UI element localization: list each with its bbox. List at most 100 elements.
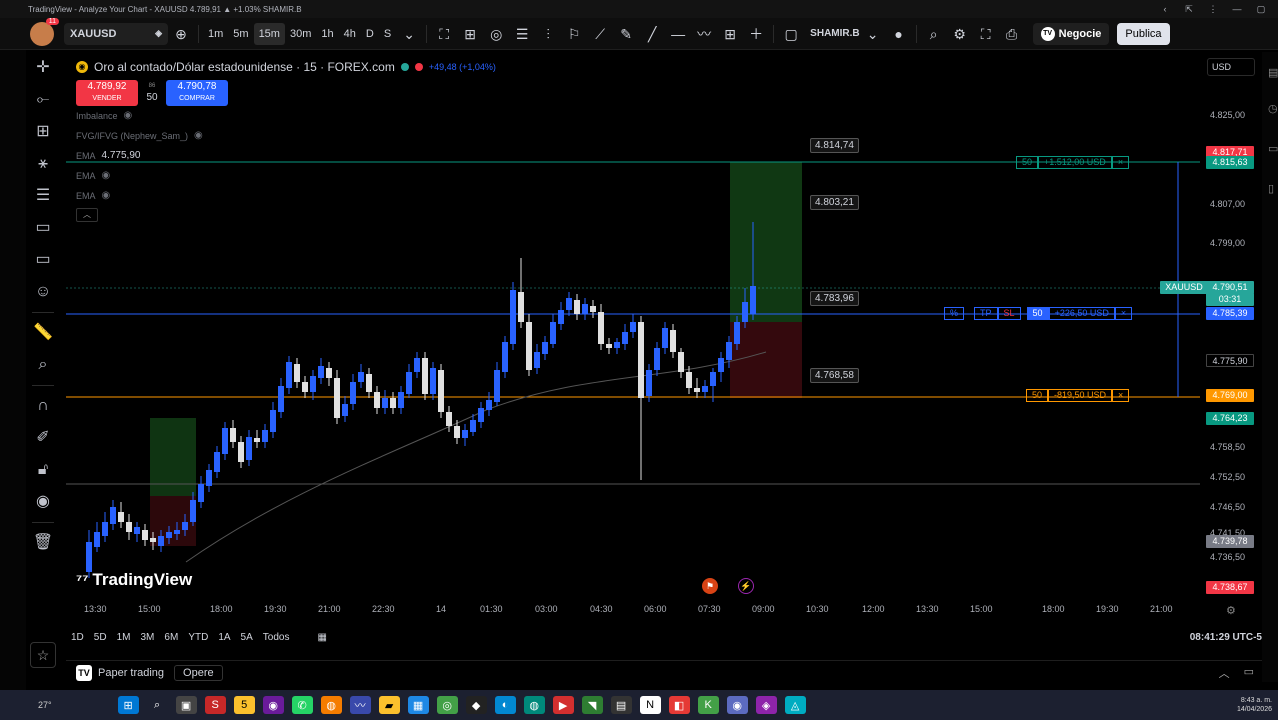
user-name[interactable]: SHAMIR.B bbox=[810, 28, 859, 39]
chart-type-icon[interactable]: ⛶ bbox=[431, 23, 457, 45]
whatsapp-icon[interactable]: ✆ bbox=[291, 696, 313, 714]
emoji-icon[interactable]: ☺ bbox=[26, 276, 60, 308]
percent-icon[interactable]: % bbox=[944, 307, 965, 320]
collapse-legend-icon[interactable]: ︿ bbox=[76, 208, 98, 222]
event-flag-icon[interactable]: ⚑ bbox=[702, 578, 718, 594]
app-icon[interactable]: ◈ bbox=[755, 696, 777, 714]
alerts-icon[interactable]: ◷ bbox=[1268, 102, 1278, 115]
app-icon[interactable]: ▦ bbox=[407, 696, 429, 714]
trendline-icon[interactable]: ╱ bbox=[639, 23, 665, 45]
chevron-down-icon[interactable]: ⌄ bbox=[396, 23, 422, 45]
indicator-imbalance[interactable]: Imbalance ◉ bbox=[76, 106, 576, 126]
close-icon[interactable]: × bbox=[1114, 307, 1133, 320]
news-icon[interactable]: ▯ bbox=[1268, 182, 1274, 195]
eye-icon[interactable]: ◉ bbox=[102, 166, 111, 186]
app-icon[interactable]: ◬ bbox=[784, 696, 806, 714]
trade-button[interactable]: TV Negocie bbox=[1032, 22, 1110, 45]
alert-icon[interactable]: ⚐ bbox=[561, 23, 587, 45]
app-icon[interactable]: S bbox=[204, 696, 226, 714]
indicator-ema-1[interactable]: EMA 4.775,90 bbox=[76, 146, 576, 166]
gear-icon[interactable]: ⚙ bbox=[947, 23, 973, 45]
sync-icon[interactable]: ● bbox=[886, 23, 912, 45]
range-1m[interactable]: 1M bbox=[112, 632, 136, 643]
indicator-fvg[interactable]: FVG/IFVG (Nephew_Sam_) ◉ bbox=[76, 126, 576, 146]
indicators-icon[interactable]: ☰ bbox=[509, 23, 535, 45]
interval-d[interactable]: D bbox=[361, 23, 379, 45]
interval-1h[interactable]: 1h bbox=[316, 23, 338, 45]
lightning-event-icon[interactable]: ⚡ bbox=[738, 578, 754, 594]
symbol-search[interactable]: XAUUSD ◈ bbox=[64, 22, 168, 45]
tp-button[interactable]: TP bbox=[974, 307, 998, 320]
sl-button[interactable]: SL bbox=[997, 307, 1021, 320]
eye-icon[interactable]: ◉ bbox=[102, 186, 111, 206]
lock-icon[interactable]: 🔓︎ bbox=[26, 454, 60, 486]
layout-icon[interactable]: ▢ bbox=[778, 23, 804, 45]
folder-icon[interactable]: ▰ bbox=[378, 696, 400, 714]
app-icon[interactable]: ◉ bbox=[262, 696, 284, 714]
eye-icon[interactable]: ◉ bbox=[194, 126, 203, 146]
magnet-icon[interactable]: ∩ bbox=[26, 390, 60, 422]
range-1a[interactable]: 1A bbox=[213, 632, 235, 643]
interval-30m[interactable]: 30m bbox=[285, 23, 316, 45]
range-ytd[interactable]: YTD bbox=[183, 632, 213, 643]
windows-start-icon[interactable]: ⊞ bbox=[117, 696, 139, 714]
interval-4h[interactable]: 4h bbox=[339, 23, 361, 45]
position-bar[interactable]: % TP SL 50 +226,50 USD × bbox=[944, 307, 1133, 320]
search-icon[interactable]: ⌕ bbox=[921, 23, 947, 45]
crosshair-icon[interactable]: ✛ bbox=[26, 52, 60, 84]
rectangle-icon[interactable]: ▭ bbox=[26, 212, 60, 244]
minimize-icon[interactable]: — bbox=[1230, 4, 1244, 15]
weather-widget[interactable]: 27° bbox=[38, 700, 52, 710]
watchlist-icon[interactable]: ▤ bbox=[1268, 66, 1278, 79]
range-all[interactable]: Todos bbox=[258, 632, 295, 643]
eye-icon[interactable]: ◉ bbox=[124, 106, 133, 126]
time-axis[interactable]: 13:30 15:00 18:00 19:30 21:00 22:30 14 0… bbox=[66, 602, 1200, 618]
fullscreen-icon[interactable]: ⛶ bbox=[973, 23, 999, 45]
app-icon[interactable]: ◧ bbox=[668, 696, 690, 714]
opere-button[interactable]: Opere bbox=[174, 664, 223, 681]
back-icon[interactable]: ‹ bbox=[1158, 4, 1172, 15]
popout-icon[interactable]: ⇱ bbox=[1182, 4, 1196, 15]
horizontal-line-icon[interactable]: — bbox=[665, 23, 691, 45]
sl-order-bar[interactable]: 50 -819,50 USD × bbox=[1026, 389, 1130, 402]
tp-target-label[interactable]: 4.814,74 bbox=[810, 138, 859, 153]
favorites-star-icon[interactable]: ☆ bbox=[30, 642, 56, 668]
range-6m[interactable]: 6M bbox=[159, 632, 183, 643]
maximize-panel-icon[interactable]: ▭ bbox=[1244, 665, 1254, 681]
task-view-icon[interactable]: ▣ bbox=[175, 696, 197, 714]
interval-1m[interactable]: 1m bbox=[203, 23, 228, 45]
avatar[interactable]: 11 bbox=[30, 17, 59, 46]
cursor-icon[interactable]: ⟜ bbox=[26, 84, 60, 116]
paper-trading-tab[interactable]: Paper trading bbox=[98, 667, 164, 679]
sell-button[interactable]: 4.789,92 VENDER bbox=[76, 80, 138, 106]
fib-icon[interactable]: ☰ bbox=[26, 180, 60, 212]
app-icon[interactable]: K bbox=[697, 696, 719, 714]
templates-icon[interactable]: ⫶ bbox=[535, 23, 561, 45]
close-icon[interactable]: × bbox=[1112, 389, 1130, 402]
note-icon[interactable]: ▭ bbox=[26, 244, 60, 276]
table-icon[interactable]: ⊞ bbox=[717, 23, 743, 45]
range-3m[interactable]: 3M bbox=[136, 632, 160, 643]
symbol-title[interactable]: Oro al contado/Dólar estadounidense · 15… bbox=[94, 60, 395, 74]
tp-order-bar[interactable]: 50 +1.512,00 USD × bbox=[1016, 156, 1130, 169]
replay-icon[interactable]: ⟋ bbox=[587, 23, 613, 45]
app-icon[interactable]: ▤ bbox=[610, 696, 632, 714]
app-icon[interactable]: ◐ bbox=[494, 696, 516, 714]
app-icon[interactable]: ◆ bbox=[465, 696, 487, 714]
buy-button[interactable]: 4.790,78 COMPRAR bbox=[166, 80, 228, 106]
node-icon[interactable]: ⚹ bbox=[26, 148, 60, 180]
zoom-icon[interactable]: ⌕ bbox=[26, 349, 60, 381]
indicator-ema-2[interactable]: EMA ◉ bbox=[76, 166, 576, 186]
close-icon[interactable]: × bbox=[1111, 156, 1130, 169]
youtube-icon[interactable]: ▶ bbox=[552, 696, 574, 714]
grid-icon[interactable]: ⊞ bbox=[457, 23, 483, 45]
range-1d[interactable]: 1D bbox=[66, 632, 89, 643]
chrome-icon[interactable]: ◎ bbox=[436, 696, 458, 714]
ruler-icon[interactable]: 📏 bbox=[26, 317, 60, 349]
clock[interactable]: 08:41:29 UTC-5 bbox=[1190, 632, 1262, 643]
target-icon[interactable]: ◎ bbox=[483, 23, 509, 45]
gear-icon[interactable]: ⚙ bbox=[1226, 604, 1236, 617]
indicator-ema-3[interactable]: EMA ◉ bbox=[76, 186, 576, 206]
app-icon[interactable]: ◉ bbox=[726, 696, 748, 714]
search-icon[interactable]: ⌕ bbox=[147, 696, 168, 714]
